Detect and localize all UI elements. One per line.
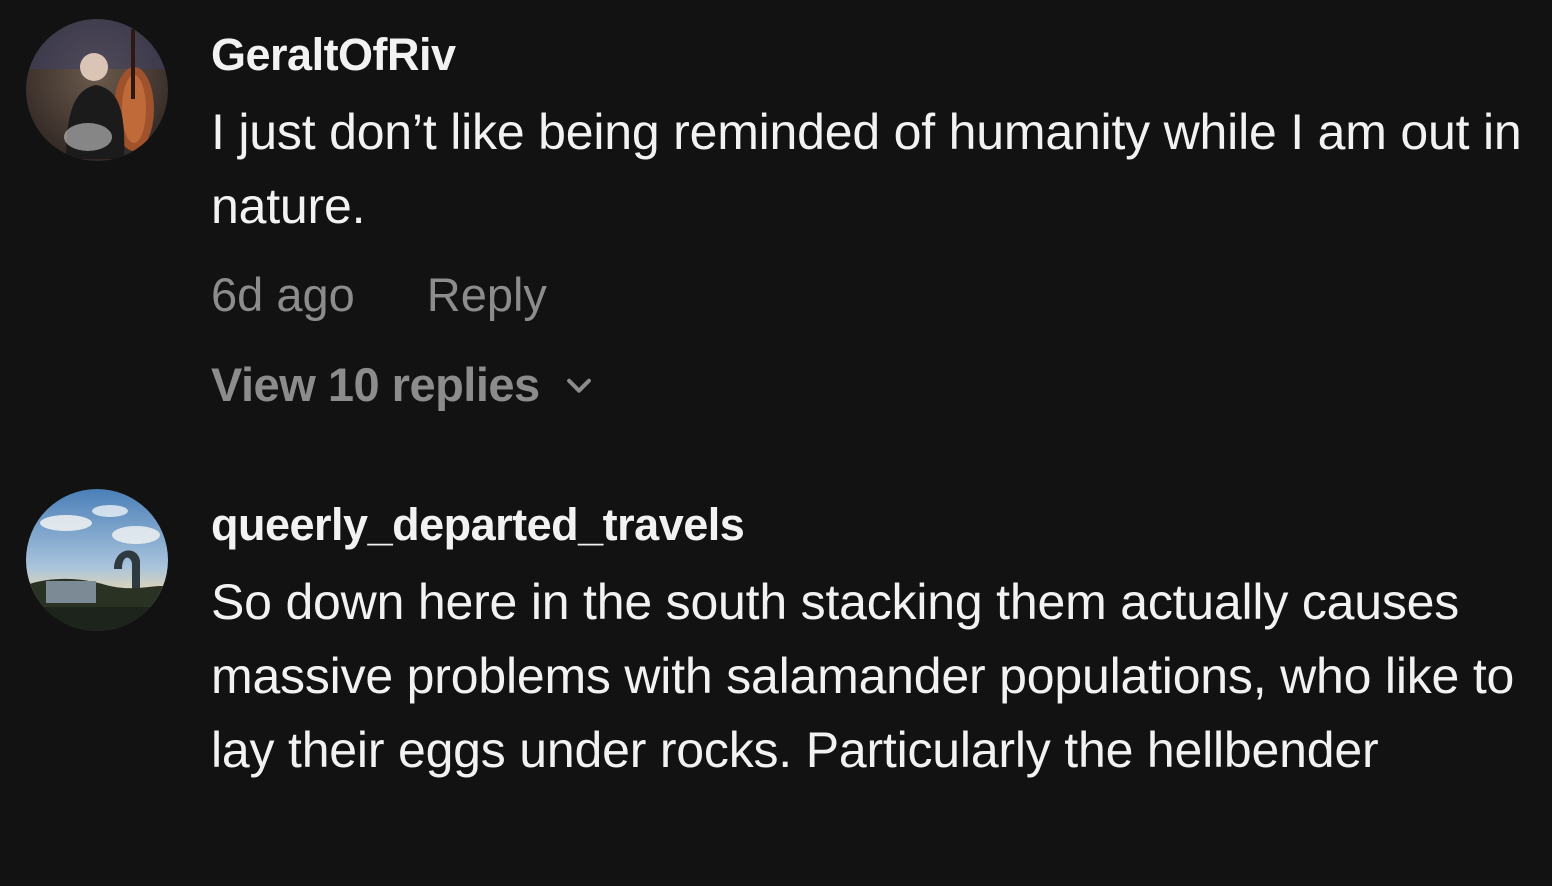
comment-text: So down here in the south stacking them … [211,574,1515,778]
comment-item: queerly_departed_travels So down here in… [0,470,1552,886]
view-replies-button[interactable]: View 10 replies [211,355,1532,415]
comment-username[interactable]: queerly_departed_travels [211,498,1532,552]
avatar[interactable] [26,489,168,631]
comment-timestamp: 6d ago [211,268,355,321]
comment-text: I just don’t like being reminded of huma… [211,104,1522,234]
comment-username[interactable]: GeraltOfRiv [211,28,1532,82]
chevron-down-icon [566,378,591,393]
view-replies-label: View 10 replies [211,358,540,411]
comment-item: GeraltOfRiv I just don’t like being remi… [0,0,1552,450]
musician-avatar-icon [26,19,168,161]
reply-button[interactable]: Reply [427,265,547,325]
avatar[interactable] [26,19,168,161]
landscape-avatar-icon [26,489,168,631]
